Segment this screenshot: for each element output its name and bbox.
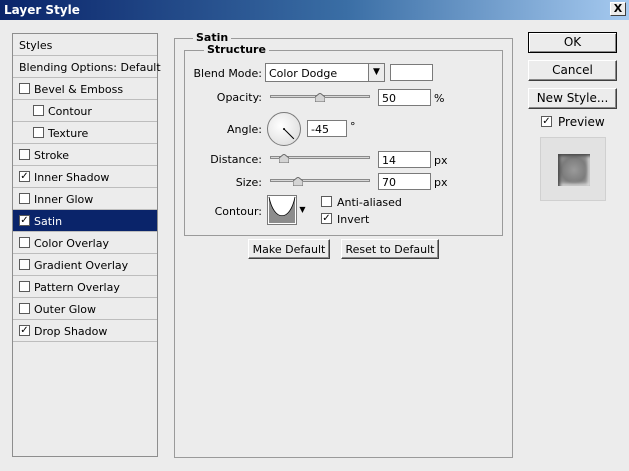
ok-button[interactable]: OK xyxy=(528,32,617,53)
size-label: Size: xyxy=(235,176,262,189)
close-icon: X xyxy=(613,2,623,15)
style-item-label: Inner Shadow xyxy=(34,171,110,184)
distance-unit: px xyxy=(434,154,448,167)
style-preview xyxy=(540,137,606,201)
style-item-label: Outer Glow xyxy=(34,303,97,316)
style-item-checkbox[interactable]: ✓ xyxy=(19,215,30,226)
size-slider-track[interactable] xyxy=(270,179,370,182)
angle-dial[interactable] xyxy=(267,112,301,146)
style-item-label: Stroke xyxy=(34,149,70,162)
opacity-unit: % xyxy=(434,92,445,105)
style-item-inner-glow[interactable]: Inner Glow xyxy=(13,188,157,210)
new-style-button[interactable]: New Style... xyxy=(528,88,617,109)
title-bar: Layer Style X xyxy=(0,0,629,20)
style-item-gradient-overlay[interactable]: Gradient Overlay xyxy=(13,254,157,276)
style-item-inner-shadow[interactable]: ✓ Inner Shadow xyxy=(13,166,157,188)
blend-mode-select[interactable]: Color Dodge ▼ xyxy=(265,63,385,82)
distance-slider-thumb[interactable] xyxy=(279,154,289,163)
style-item-label: Gradient Overlay xyxy=(34,259,129,272)
cancel-button[interactable]: Cancel xyxy=(528,60,617,81)
size-unit: px xyxy=(434,176,448,189)
style-item-checkbox[interactable] xyxy=(33,105,44,116)
style-item-checkbox[interactable]: ✓ xyxy=(19,171,30,182)
layer-style-dialog: Layer Style X Styles Blending Options: D… xyxy=(0,0,629,471)
style-item-outer-glow[interactable]: Outer Glow xyxy=(13,298,157,320)
blending-options-label: Blending Options: Default xyxy=(19,61,161,74)
reset-to-default-button[interactable]: Reset to Default xyxy=(341,239,439,259)
opacity-slider-thumb[interactable] xyxy=(315,93,325,102)
style-item-checkbox[interactable] xyxy=(19,83,30,94)
invert-label: Invert xyxy=(337,213,370,226)
style-item-checkbox[interactable] xyxy=(19,237,30,248)
styles-header[interactable]: Styles xyxy=(13,34,157,56)
style-item-color-overlay[interactable]: Color Overlay xyxy=(13,232,157,254)
close-button[interactable]: X xyxy=(610,2,626,16)
style-item-stroke[interactable]: Stroke xyxy=(13,144,157,166)
structure-title: Structure xyxy=(204,43,269,56)
style-item-checkbox[interactable] xyxy=(19,281,30,292)
style-item-checkbox[interactable] xyxy=(33,127,44,138)
style-item-label: Satin xyxy=(34,215,63,228)
contour-curve-icon xyxy=(268,196,296,224)
opacity-input[interactable]: 50 xyxy=(378,89,431,106)
style-item-label: Inner Glow xyxy=(34,193,94,206)
angle-input[interactable]: -45 xyxy=(307,120,347,137)
style-item-label: Contour xyxy=(48,105,92,118)
preview-swatch xyxy=(558,154,590,186)
style-item-checkbox[interactable] xyxy=(19,303,30,314)
style-item-drop-shadow[interactable]: ✓ Drop Shadow xyxy=(13,320,157,342)
style-item-checkbox[interactable] xyxy=(19,149,30,160)
distance-label: Distance: xyxy=(210,153,262,166)
style-item-texture[interactable]: Texture xyxy=(13,122,157,144)
size-slider-thumb[interactable] xyxy=(293,177,303,186)
style-item-satin[interactable]: ✓ Satin xyxy=(13,210,157,232)
opacity-label: Opacity: xyxy=(216,91,262,104)
styles-header-label: Styles xyxy=(19,39,53,52)
chevron-down-icon[interactable]: ▼ xyxy=(296,195,308,225)
anti-aliased-label: Anti-aliased xyxy=(337,196,402,209)
distance-input[interactable]: 14 xyxy=(378,151,431,168)
style-item-checkbox[interactable]: ✓ xyxy=(19,325,30,336)
angle-unit: ° xyxy=(350,120,356,133)
style-item-label: Bevel & Emboss xyxy=(34,83,124,96)
make-default-button[interactable]: Make Default xyxy=(248,239,330,259)
blend-color-swatch[interactable] xyxy=(390,64,433,81)
anti-aliased-checkbox[interactable] xyxy=(321,196,332,207)
size-input[interactable]: 70 xyxy=(378,173,431,190)
style-item-bevel-emboss[interactable]: Bevel & Emboss xyxy=(13,78,157,100)
style-item-label: Drop Shadow xyxy=(34,325,108,338)
blend-mode-label: Blend Mode: xyxy=(193,67,263,80)
style-item-label: Color Overlay xyxy=(34,237,109,250)
style-item-pattern-overlay[interactable]: Pattern Overlay xyxy=(13,276,157,298)
angle-label: Angle: xyxy=(226,123,262,136)
style-item-checkbox[interactable] xyxy=(19,193,30,204)
preview-checkbox[interactable]: ✓ xyxy=(541,116,552,127)
contour-label: Contour: xyxy=(214,205,262,218)
preview-label: Preview xyxy=(558,115,605,129)
styles-list: Styles Blending Options: Default Bevel &… xyxy=(12,33,161,457)
angle-indicator-icon xyxy=(283,128,295,140)
style-item-checkbox[interactable] xyxy=(19,259,30,270)
blend-mode-value: Color Dodge xyxy=(269,67,338,80)
invert-checkbox[interactable]: ✓ xyxy=(321,213,332,224)
style-item-label: Pattern Overlay xyxy=(34,281,120,294)
chevron-down-icon: ▼ xyxy=(368,64,384,81)
style-item-contour[interactable]: Contour xyxy=(13,100,157,122)
blending-options-item[interactable]: Blending Options: Default xyxy=(13,56,161,78)
style-item-label: Texture xyxy=(48,127,89,140)
window-title: Layer Style xyxy=(4,3,80,17)
